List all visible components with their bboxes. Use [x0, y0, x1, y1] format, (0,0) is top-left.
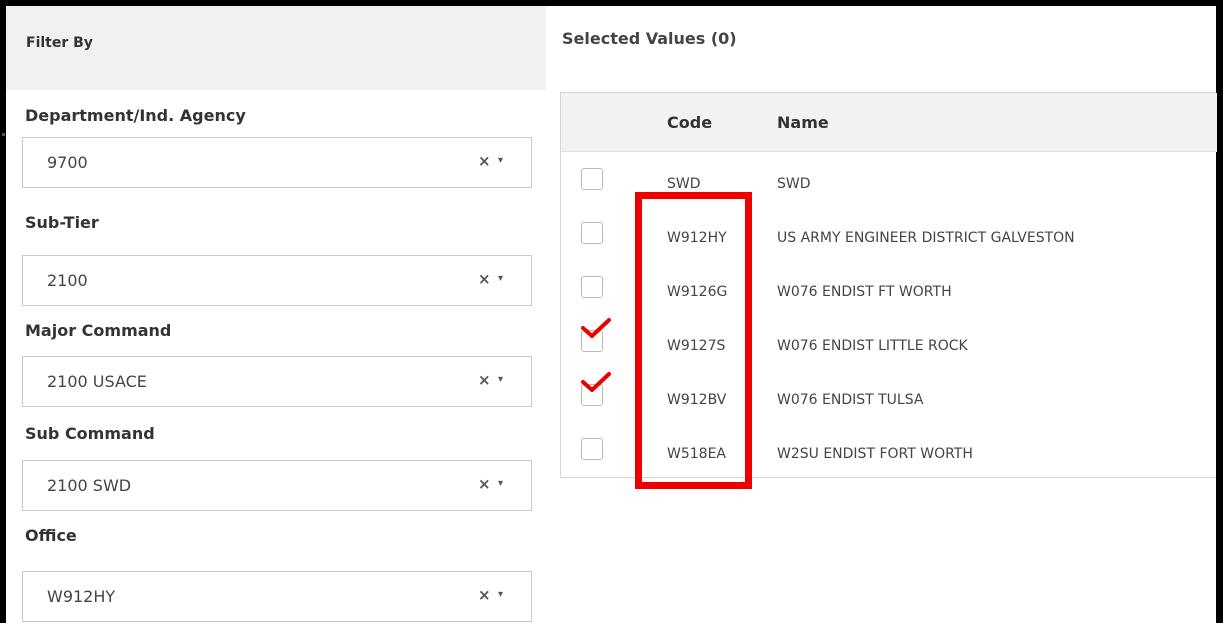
code-column-header[interactable]: Code — [667, 113, 712, 132]
sub-tier-select[interactable]: 2100 × ▾ — [22, 255, 532, 306]
row-checkbox[interactable] — [581, 276, 603, 298]
filter-panel: Filter By Department/Ind. Agency 9700 × … — [6, 6, 546, 623]
row-name: SWD — [777, 176, 811, 192]
red-check-mark-icon — [581, 318, 611, 338]
department-select[interactable]: 9700 × ▾ — [22, 137, 532, 188]
row-name: W076 ENDIST LITTLE ROCK — [777, 338, 968, 354]
sub-tier-label: Sub-Tier — [25, 213, 99, 232]
filter-by-header: Filter By — [6, 6, 546, 90]
office-value: W912HY — [47, 587, 116, 606]
department-clear-icon[interactable]: × — [478, 152, 491, 170]
major-command-clear-icon[interactable]: × — [478, 371, 491, 389]
name-column-header[interactable]: Name — [777, 113, 829, 132]
department-label: Department/Ind. Agency — [25, 106, 246, 125]
major-command-chevron-down-icon[interactable]: ▾ — [498, 374, 503, 385]
office-select[interactable]: W912HY × ▾ — [22, 571, 532, 622]
department-value: 9700 — [47, 153, 88, 172]
department-chevron-down-icon[interactable]: ▾ — [498, 155, 503, 166]
sub-command-value: 2100 SWD — [47, 476, 132, 495]
code-highlight-annotation — [635, 192, 752, 489]
row-name: W2SU ENDIST FORT WORTH — [777, 446, 973, 462]
sub-tier-value: 2100 — [47, 271, 88, 290]
row-name: W076 ENDIST TULSA — [777, 392, 924, 408]
row-checkbox[interactable] — [581, 168, 603, 190]
major-command-label: Major Command — [25, 321, 172, 340]
office-clear-icon[interactable]: × — [478, 586, 491, 604]
sub-command-label: Sub Command — [25, 424, 155, 443]
major-command-value: 2100 USACE — [47, 372, 147, 391]
row-name: US ARMY ENGINEER DISTRICT GALVESTON — [777, 230, 1075, 246]
row-checkbox[interactable] — [581, 438, 603, 460]
sub-command-chevron-down-icon[interactable]: ▾ — [498, 478, 503, 489]
major-command-select[interactable]: 2100 USACE × ▾ — [22, 356, 532, 407]
sub-tier-chevron-down-icon[interactable]: ▾ — [498, 273, 503, 284]
sub-tier-clear-icon[interactable]: × — [478, 270, 491, 288]
table-header: Code Name — [561, 93, 1217, 152]
sub-command-clear-icon[interactable]: × — [478, 475, 491, 493]
row-code: SWD — [667, 176, 701, 192]
office-label: Office — [25, 526, 77, 545]
edge-mark — [2, 133, 5, 136]
filter-by-title: Filter By — [26, 35, 93, 51]
selected-values-title: Selected Values (0) — [562, 29, 737, 48]
row-name: W076 ENDIST FT WORTH — [777, 284, 952, 300]
office-chevron-down-icon[interactable]: ▾ — [498, 589, 503, 600]
row-checkbox[interactable] — [581, 222, 603, 244]
red-check-mark-icon — [581, 372, 611, 392]
sub-command-select[interactable]: 2100 SWD × ▾ — [22, 460, 532, 511]
